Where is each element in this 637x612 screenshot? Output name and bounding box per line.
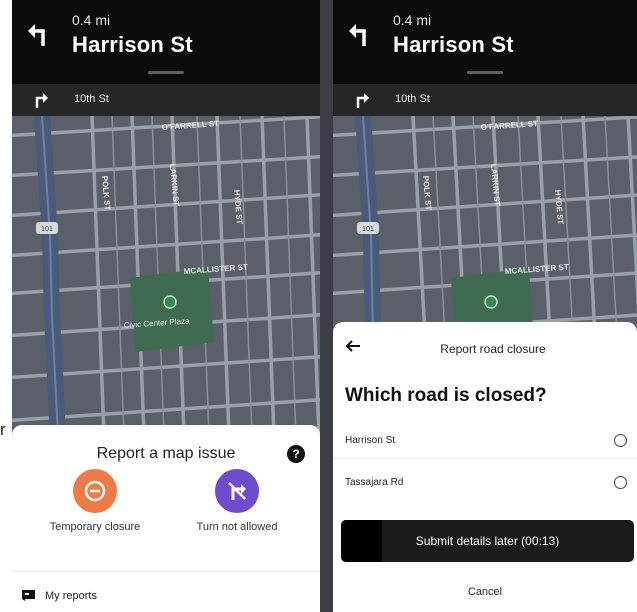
clipped-edge-text: r — [0, 420, 6, 439]
turn-street-name: Harrison St — [72, 32, 193, 57]
my-reports-label: My reports — [45, 590, 97, 602]
report-map-issue-panel: Report a map issue ? Temporary closure T… — [12, 425, 320, 612]
next-maneuver-bar: 10th St — [12, 84, 320, 116]
turn-distance: 0.4 mi — [393, 12, 432, 28]
submit-later-label: Submit details later (00:13) — [415, 534, 560, 548]
turn-not-allowed-label: Turn not allowed — [196, 521, 278, 533]
road-option-harrison[interactable]: Harrison St — [333, 423, 637, 459]
drag-handle[interactable] — [467, 71, 503, 74]
turn-right-icon — [356, 93, 369, 108]
road-option-tassajara[interactable]: Tassajara Rd — [333, 465, 637, 501]
panel-title: Report a map issue — [96, 445, 236, 462]
turn-left-icon — [349, 24, 366, 46]
back-arrow-icon[interactable] — [345, 338, 361, 354]
highway-shield-label: 101 — [41, 226, 53, 233]
no-turn-icon — [215, 469, 259, 513]
road-option-label: Tassajara Rd — [345, 477, 404, 488]
help-icon[interactable]: ? — [287, 445, 305, 463]
screen-divider — [320, 0, 333, 612]
report-road-closure-sheet: Report road closure Which road is closed… — [333, 322, 637, 612]
question-heading: Which road is closed? — [345, 385, 547, 406]
road-option-label: Harrison St — [345, 435, 396, 446]
submit-later-button[interactable]: Submit details later (00:13) — [341, 520, 634, 562]
navigation-header: 0.4 mi Harrison St — [12, 0, 320, 84]
my-reports-row[interactable]: My reports — [12, 571, 320, 612]
cancel-button[interactable]: Cancel — [333, 586, 637, 598]
next-maneuver-bar: 10th St — [333, 84, 637, 116]
sheet-title: Report road closure — [440, 342, 546, 356]
minus-icon — [73, 469, 117, 513]
highway-shield-label: 101 — [362, 226, 374, 233]
radio-button[interactable] — [614, 434, 627, 447]
temporary-closure-button[interactable]: Temporary closure — [40, 469, 150, 533]
park-icon — [163, 295, 177, 309]
turn-left-icon — [28, 24, 45, 46]
turn-distance: 0.4 mi — [72, 12, 111, 28]
drag-handle[interactable] — [148, 71, 184, 74]
flag-icon — [22, 590, 35, 601]
radio-button[interactable] — [614, 476, 627, 489]
temporary-closure-label: Temporary closure — [49, 521, 141, 533]
left-phone-screen: 0.4 mi Harrison St 10th St 101 O'FARRELL… — [12, 0, 320, 612]
navigation-header: 0.4 mi Harrison St — [333, 0, 637, 84]
civic-center-park — [130, 268, 214, 352]
next-street-name: 10th St — [74, 93, 109, 105]
turn-street-name: Harrison St — [393, 32, 514, 57]
turn-not-allowed-button[interactable]: Turn not allowed — [182, 469, 292, 533]
right-phone-screen: 0.4 mi Harrison St 10th St 101 O'FARRELL… — [333, 0, 637, 612]
next-street-name: 10th St — [395, 93, 430, 105]
park-icon — [484, 295, 498, 309]
turn-right-icon — [35, 93, 48, 108]
